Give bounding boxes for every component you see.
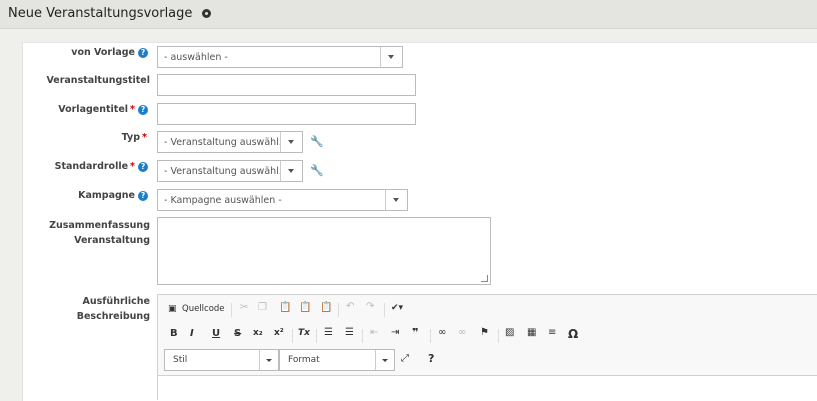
wrench-icon[interactable]: 🔧: [310, 135, 324, 148]
cut-icon[interactable]: ✂: [240, 302, 248, 313]
copy-icon[interactable]: ❐: [258, 302, 267, 313]
chevron-down-icon[interactable]: [385, 190, 407, 210]
standardrolle-label: Standardrolle: [54, 161, 129, 172]
typ-label: Typ: [121, 132, 141, 143]
toolbar-separator: [430, 329, 431, 343]
zusammenfassung-textarea[interactable]: [157, 217, 491, 285]
paste-text-icon[interactable]: 📋: [299, 302, 311, 313]
format-value: Format: [288, 355, 320, 365]
numbered-list-icon[interactable]: ☰: [324, 327, 333, 338]
toolbar-separator: [384, 303, 385, 317]
toolbar-separator: [231, 303, 232, 317]
zusammenfassung-label-line2: Veranstaltung: [74, 235, 150, 246]
page-title: Neue Veranstaltungsvorlage: [8, 6, 193, 21]
vorlagentitel-input[interactable]: [157, 103, 416, 125]
von-vorlage-select[interactable]: - auswählen -: [157, 46, 403, 68]
veranstaltungstitel-input[interactable]: [157, 74, 416, 96]
subscript-button[interactable]: x₂: [253, 328, 263, 338]
indent-icon[interactable]: ⇥: [391, 327, 399, 338]
field-label-beschreibung: Ausführliche Beschreibung: [77, 294, 150, 324]
veranstaltungstitel-label: Veranstaltungstitel: [46, 75, 150, 86]
kampagne-value: - Kampagne auswählen -: [164, 195, 282, 206]
help-icon[interactable]: ?: [138, 190, 148, 201]
zusammenfassung-label-line1: Zusammenfassung: [49, 220, 150, 231]
underline-button[interactable]: U: [212, 328, 220, 339]
required-marker: *: [130, 104, 135, 115]
remove-format-button[interactable]: Tx: [298, 328, 310, 338]
superscript-button[interactable]: x²: [274, 328, 284, 338]
help-icon[interactable]: ?: [138, 161, 148, 172]
toolbar-separator: [338, 303, 339, 317]
kampagne-label: Kampagne: [78, 190, 135, 201]
maximize-icon[interactable]: ⤢: [401, 353, 409, 364]
required-marker: *: [130, 161, 135, 172]
italic-button[interactable]: I: [190, 328, 194, 339]
toolbar-separator: [316, 329, 317, 343]
page-header: Neue Veranstaltungsvorlage: [0, 0, 817, 29]
editor-content-area[interactable]: [158, 376, 817, 400]
field-label-typ: Typ *: [122, 132, 147, 143]
redo-icon[interactable]: ↷: [366, 301, 374, 312]
field-label-veranstaltungstitel: Veranstaltungstitel: [46, 75, 150, 86]
bold-button[interactable]: B: [170, 328, 178, 339]
help-button[interactable]: ?: [428, 352, 434, 365]
image-icon[interactable]: ▨: [505, 327, 514, 338]
wrench-icon[interactable]: 🔧: [310, 164, 324, 177]
format-select[interactable]: Format: [279, 349, 395, 371]
help-icon[interactable]: ?: [138, 47, 148, 58]
beschreibung-label-line2: Beschreibung: [76, 311, 150, 322]
source-button[interactable]: Quellcode: [182, 304, 225, 314]
outdent-icon[interactable]: ⇤: [370, 327, 378, 338]
chevron-down-icon[interactable]: [380, 47, 402, 67]
typ-value: - Veranstaltung auswähl...: [164, 137, 282, 148]
chevron-down-icon[interactable]: [259, 350, 278, 370]
kampagne-select[interactable]: - Kampagne auswählen -: [157, 189, 408, 211]
chevron-down-icon[interactable]: [375, 350, 394, 370]
blockquote-button[interactable]: ❞: [412, 326, 418, 339]
required-marker: *: [142, 132, 147, 143]
unlink-icon[interactable]: ∞: [458, 327, 466, 338]
style-select[interactable]: Stil: [164, 349, 279, 371]
von-vorlage-label: von Vorlage: [71, 47, 135, 58]
source-icon: ▣: [168, 304, 177, 314]
von-vorlage-value: - auswählen -: [164, 52, 228, 63]
undo-icon[interactable]: ↶: [346, 301, 354, 312]
spellcheck-icon[interactable]: ✔▾: [391, 303, 403, 313]
field-label-kampagne: Kampagne?: [78, 190, 148, 201]
gear-icon[interactable]: [202, 9, 211, 18]
resize-handle-icon[interactable]: [481, 275, 488, 282]
standardrolle-value: - Veranstaltung auswähl...: [164, 166, 282, 177]
table-icon[interactable]: ▦: [527, 327, 536, 338]
toolbar-separator: [362, 329, 363, 343]
vorlagentitel-label: Vorlagentitel: [58, 104, 129, 115]
special-char-button[interactable]: Ω: [568, 327, 578, 341]
field-label-vorlagentitel: Vorlagentitel *?: [58, 104, 148, 115]
beschreibung-label-line1: Ausführliche: [82, 296, 150, 307]
paste-icon[interactable]: 📋: [279, 302, 291, 313]
strikethrough-button[interactable]: S: [234, 328, 241, 339]
bullet-list-icon[interactable]: ☰: [345, 327, 354, 338]
paste-word-icon[interactable]: 📋: [320, 302, 332, 313]
chevron-down-icon[interactable]: [280, 132, 302, 152]
rich-text-editor[interactable]: ▣ Quellcode ✂ ❐ 📋 📋 📋 ↶ ↷ ✔▾ B I U S x₂ …: [157, 294, 817, 400]
anchor-flag-icon[interactable]: ⚑: [480, 327, 489, 338]
toolbar-separator: [498, 329, 499, 343]
style-value: Stil: [173, 355, 188, 365]
horizontal-line-icon[interactable]: ≡: [548, 327, 556, 338]
editor-toolbar: ▣ Quellcode ✂ ❐ 📋 📋 📋 ↶ ↷ ✔▾ B I U S x₂ …: [158, 295, 817, 376]
standardrolle-select[interactable]: - Veranstaltung auswähl...: [157, 160, 303, 182]
toolbar-separator: [292, 329, 293, 343]
field-label-von-vorlage: von Vorlage?: [71, 47, 148, 58]
typ-select[interactable]: - Veranstaltung auswähl...: [157, 131, 303, 153]
field-label-standardrolle: Standardrolle *?: [55, 161, 148, 172]
chevron-down-icon[interactable]: [280, 161, 302, 181]
link-icon[interactable]: ∞: [438, 327, 446, 338]
field-label-zusammenfassung: Zusammenfassung Veranstaltung: [49, 218, 150, 248]
help-icon[interactable]: ?: [138, 104, 148, 115]
